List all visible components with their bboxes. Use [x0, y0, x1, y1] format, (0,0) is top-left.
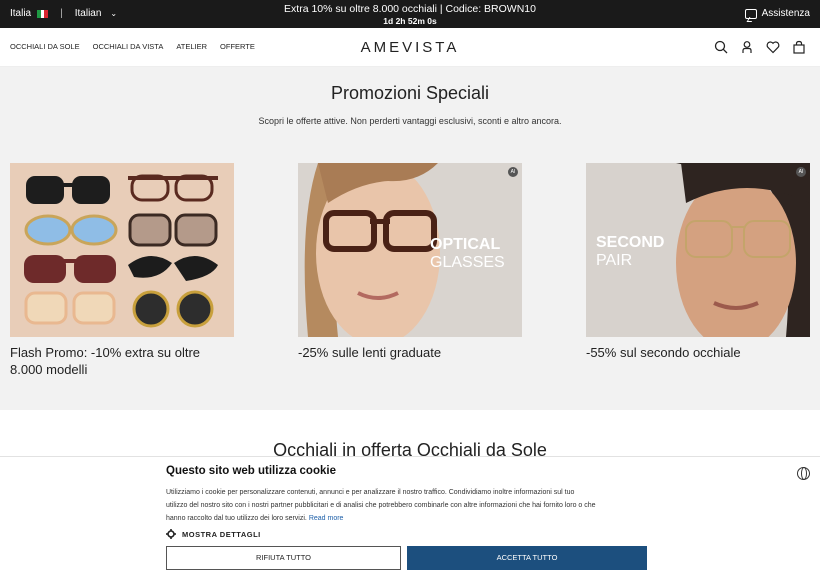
- promo-card-caption[interactable]: -25% sulle lenti graduate: [298, 344, 522, 361]
- assistance-link[interactable]: Assistenza: [744, 8, 810, 19]
- optical-glasses-model-image[interactable]: OPTICAL GLASSES AI: [298, 163, 522, 337]
- second-pair-model-image[interactable]: SECOND PAIR AI: [586, 163, 810, 337]
- cookie-consent-banner: Questo sito web utilizza cookie Utilizzi…: [0, 456, 820, 577]
- reject-all-button[interactable]: RIFIUTA TUTTO: [166, 546, 401, 570]
- cookie-title: Questo sito web utilizza cookie: [166, 465, 336, 477]
- site-logo[interactable]: AMEVISTA: [0, 39, 820, 56]
- promo-card-caption[interactable]: -55% sul secondo occhiale: [586, 344, 810, 361]
- promo-card-flash[interactable]: Flash Promo: -10% extra su oltre 8.000 m…: [10, 163, 234, 378]
- sunglasses-collage-image[interactable]: [10, 163, 234, 337]
- overlay-text-second: SECOND: [596, 234, 664, 251]
- cookie-body: Utilizziamo i cookie per personalizzare …: [166, 486, 596, 525]
- show-details-toggle[interactable]: MOSTRA DETTAGLI: [166, 529, 261, 539]
- ai-badge: AI: [796, 167, 806, 177]
- section-title: Promozioni Speciali: [330, 83, 490, 103]
- chat-icon: [744, 8, 757, 19]
- promo-text[interactable]: Extra 10% su oltre 8.000 occhiali | Codi…: [0, 3, 820, 15]
- promo-topbar: Italia | Italian ⌄ Extra 10% su oltre 8.…: [0, 0, 820, 28]
- wishlist-heart-icon[interactable]: [766, 40, 780, 54]
- overlay-text-optical: OPTICAL: [430, 236, 500, 253]
- read-more-link[interactable]: Read more: [309, 515, 344, 522]
- special-promotions: Promozioni Speciali Scopri le offerte at…: [0, 67, 820, 410]
- header-icons: [714, 40, 806, 54]
- ai-badge: AI: [508, 167, 518, 177]
- promo-card-second-pair[interactable]: SECOND PAIR AI -55% sul secondo occhiale: [586, 163, 810, 361]
- promo-card-caption[interactable]: Flash Promo: -10% extra su oltre 8.000 m…: [10, 344, 234, 378]
- countdown-timer: 1d 2h 52m 0s: [383, 16, 437, 26]
- search-icon[interactable]: [714, 40, 728, 54]
- globe-language-icon[interactable]: [797, 467, 810, 480]
- promo-card-lenses[interactable]: OPTICAL GLASSES AI -25% sulle lenti grad…: [298, 163, 522, 361]
- promo-banner[interactable]: Extra 10% su oltre 8.000 occhiali | Codi…: [0, 3, 820, 27]
- account-icon[interactable]: [740, 40, 754, 54]
- assistance-label: Assistenza: [761, 8, 810, 19]
- overlay-text-glasses: GLASSES: [430, 254, 505, 271]
- gear-icon: [166, 529, 176, 539]
- section-subtitle: Scopri le offerte attive. Non perderti v…: [258, 116, 562, 126]
- cookie-body-text: Utilizziamo i cookie per personalizzare …: [166, 489, 596, 522]
- overlay-text-pair: PAIR: [596, 252, 632, 269]
- cart-bag-icon[interactable]: [792, 40, 806, 54]
- main-header: OCCHIALI DA SOLE OCCHIALI DA VISTA ATELI…: [0, 28, 820, 67]
- show-details-label: MOSTRA DETTAGLI: [182, 529, 261, 539]
- accept-all-button[interactable]: ACCETTA TUTTO: [407, 546, 647, 570]
